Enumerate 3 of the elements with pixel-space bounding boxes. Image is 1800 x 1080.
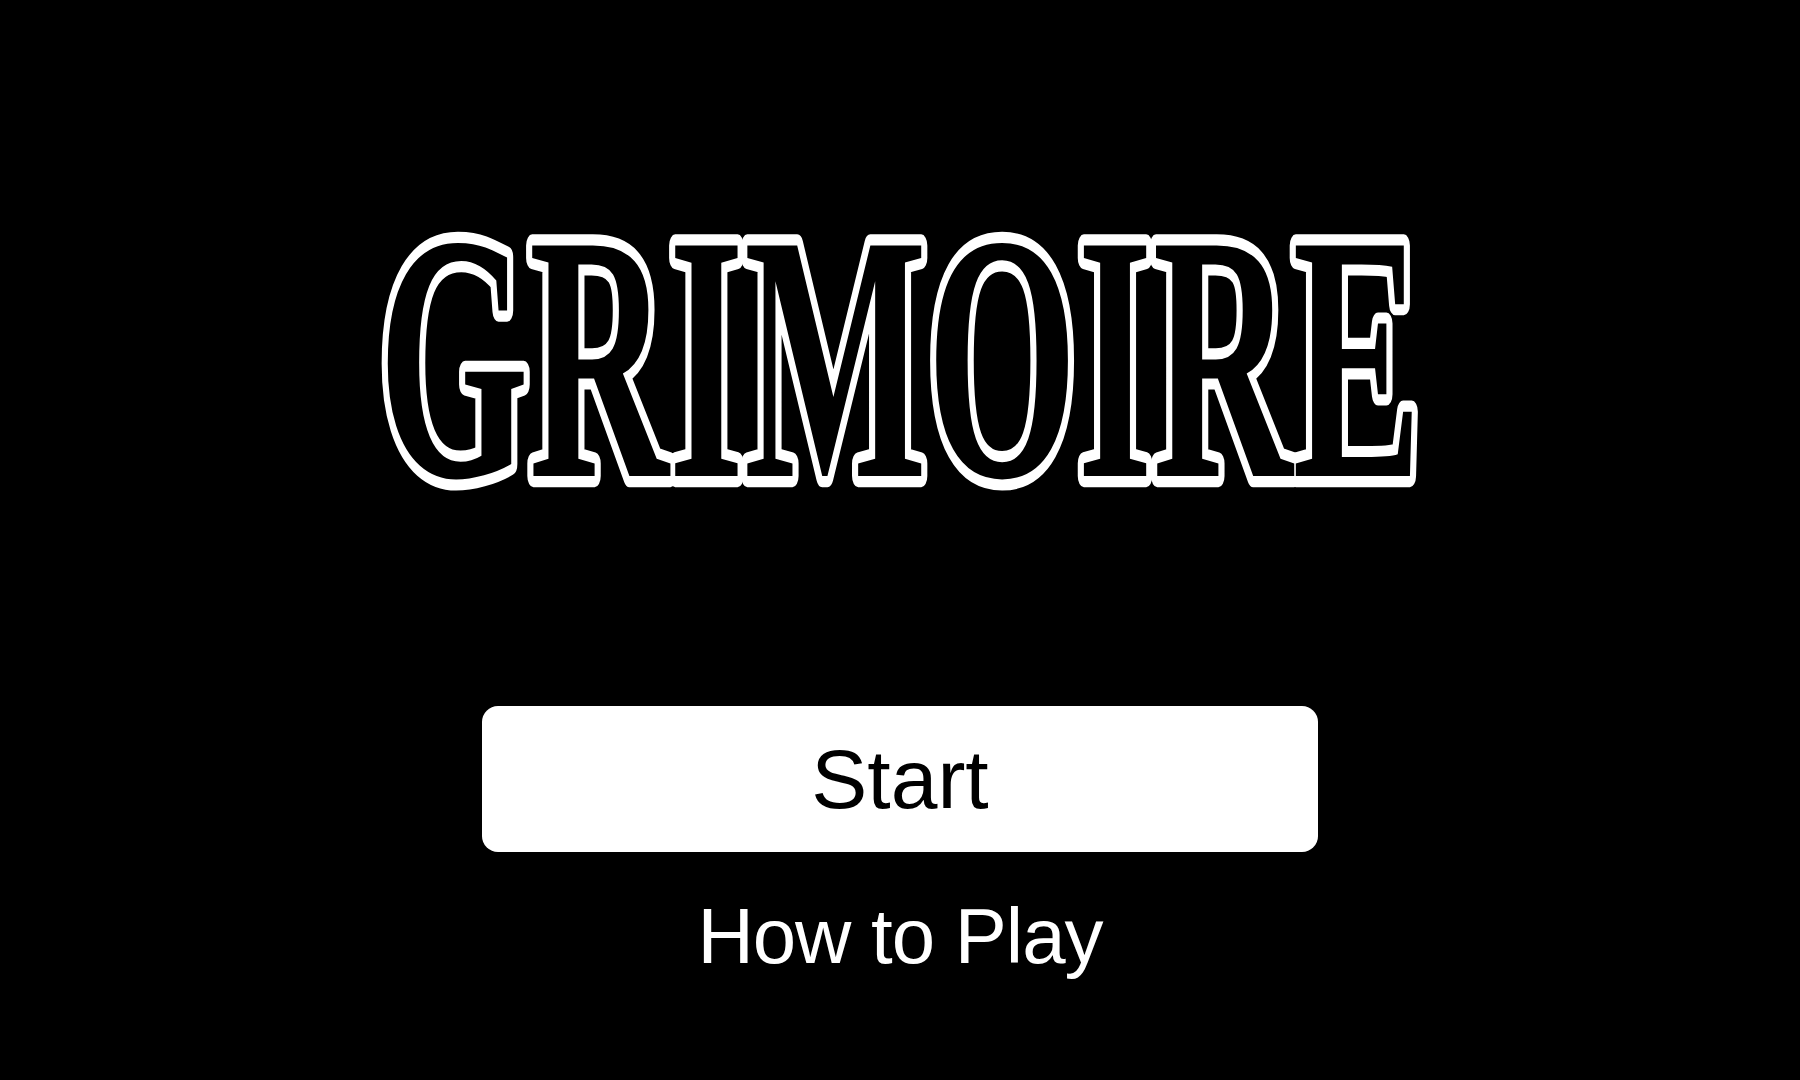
how-to-play-link[interactable]: How to Play	[693, 892, 1107, 982]
game-title: GRIMOIRE	[364, 208, 1436, 512]
start-button[interactable]: Start	[482, 706, 1318, 852]
